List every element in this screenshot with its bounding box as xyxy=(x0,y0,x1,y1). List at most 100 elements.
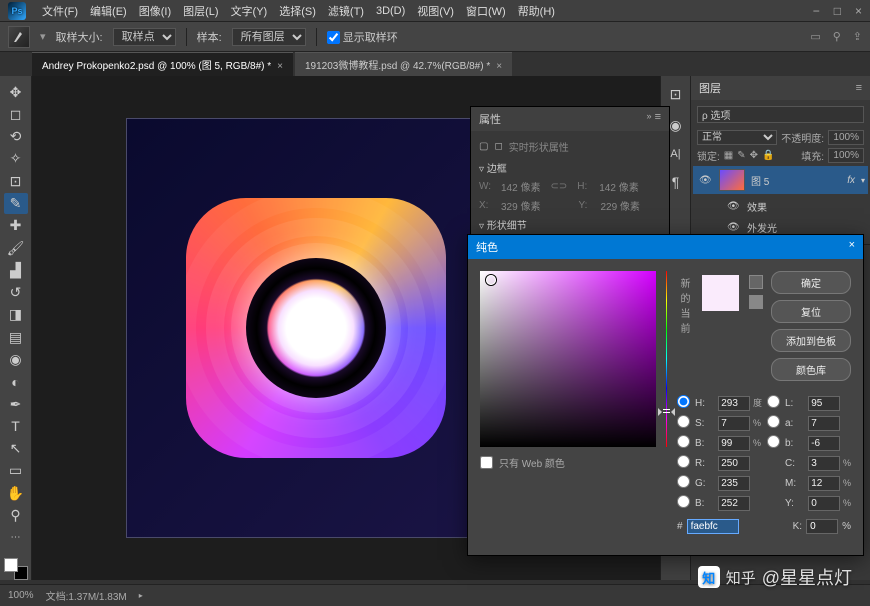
visibility-icon[interactable]: 👁 xyxy=(727,222,741,233)
fx-badge[interactable]: fx xyxy=(847,175,855,186)
detail-section[interactable]: ▿ 形状细节 xyxy=(479,217,661,232)
path-tool[interactable]: ↖ xyxy=(4,439,28,459)
search-icon[interactable]: ⚲ xyxy=(833,30,841,43)
layer-effect[interactable]: 👁效果 xyxy=(697,196,864,217)
l-field[interactable] xyxy=(808,396,840,411)
color-swatches[interactable] xyxy=(4,558,28,580)
a-radio[interactable] xyxy=(767,415,780,428)
zoom-level[interactable]: 100% xyxy=(8,590,34,601)
crop-tool[interactable]: ⊡ xyxy=(4,171,28,191)
gradient-tool[interactable]: ▤ xyxy=(4,327,28,347)
blur-tool[interactable]: ◉ xyxy=(4,349,28,369)
layers-title[interactable]: 图层 xyxy=(699,80,721,96)
share-icon[interactable]: ⇪ xyxy=(853,30,862,43)
edit-toolbar[interactable]: ⋯ xyxy=(4,528,28,548)
document-tab[interactable]: 191203微博教程.psd @ 42.7%(RGB/8#) *× xyxy=(295,52,512,76)
opacity-value[interactable]: 100% xyxy=(828,130,864,145)
lasso-tool[interactable]: ⟲ xyxy=(4,127,28,147)
menu-select[interactable]: 选择(S) xyxy=(273,3,322,19)
collapse-icon[interactable]: » xyxy=(647,111,652,127)
blend-mode-select[interactable]: 正常 xyxy=(697,130,777,145)
foreground-swatch[interactable] xyxy=(4,558,18,572)
show-ring-check[interactable]: 显示取样环 xyxy=(327,29,398,45)
visibility-icon[interactable]: 👁 xyxy=(699,175,713,186)
maximize-icon[interactable]: □ xyxy=(834,4,841,18)
b2-radio[interactable] xyxy=(767,435,780,448)
r-field[interactable] xyxy=(718,456,750,471)
hex-field[interactable] xyxy=(687,519,739,534)
y-field[interactable] xyxy=(808,496,840,511)
menu-help[interactable]: 帮助(H) xyxy=(512,3,561,19)
y-field[interactable]: 229 像素 xyxy=(600,198,639,213)
tool-preset-icon[interactable] xyxy=(8,26,30,48)
close-icon[interactable]: × xyxy=(855,4,862,18)
menu-file[interactable]: 文件(F) xyxy=(36,3,84,19)
character-panel-icon[interactable]: A| xyxy=(670,148,680,160)
dialog-close-icon[interactable]: × xyxy=(849,239,855,255)
c-field[interactable] xyxy=(808,456,840,471)
hue-slider[interactable] xyxy=(666,271,667,447)
lock-icon[interactable]: ✎ xyxy=(737,150,745,161)
gamut-icon[interactable] xyxy=(749,295,763,309)
g-field[interactable] xyxy=(718,476,750,491)
tab-close-icon[interactable]: × xyxy=(277,61,283,72)
eyedropper-tool[interactable]: ✎ xyxy=(4,193,28,213)
color-lib-button[interactable]: 颜色库 xyxy=(771,358,851,381)
workspace-icon[interactable]: ▭ xyxy=(810,30,820,43)
link-icon[interactable]: ⊂⊃ xyxy=(550,181,567,192)
height-field[interactable]: 142 像素 xyxy=(599,179,638,194)
properties-title[interactable]: 属性 xyxy=(479,111,501,127)
wand-tool[interactable]: ✧ xyxy=(4,149,28,169)
lock-icon[interactable]: 🔒 xyxy=(762,150,774,161)
canvas[interactable] xyxy=(126,118,506,538)
x-field[interactable]: 329 像素 xyxy=(501,198,540,213)
width-field[interactable]: 142 像素 xyxy=(501,179,540,194)
layer-name[interactable]: 图 5 xyxy=(751,173,769,188)
eraser-tool[interactable]: ◨ xyxy=(4,305,28,325)
s-radio[interactable] xyxy=(677,415,690,428)
dodge-tool[interactable]: ◐ xyxy=(4,372,28,392)
stamp-tool[interactable]: ▟ xyxy=(4,260,28,280)
history-brush-tool[interactable]: ↺ xyxy=(4,283,28,303)
h-field[interactable] xyxy=(718,396,750,411)
h-radio[interactable] xyxy=(677,395,690,408)
menu-3d[interactable]: 3D(D) xyxy=(370,5,411,17)
web-safe-icon[interactable] xyxy=(749,275,763,289)
m-field[interactable] xyxy=(808,476,840,491)
sv-picker[interactable] xyxy=(480,271,656,447)
paragraph-panel-icon[interactable]: ¶ xyxy=(672,174,680,190)
r-radio[interactable] xyxy=(677,455,690,468)
visibility-icon[interactable]: 👁 xyxy=(727,201,741,212)
layer-row[interactable]: 👁 图 5 fx▾ xyxy=(693,166,868,194)
s-field[interactable] xyxy=(718,416,750,431)
move-tool[interactable]: ✥ xyxy=(4,82,28,102)
g-radio[interactable] xyxy=(677,475,690,488)
blue-field[interactable] xyxy=(718,496,750,511)
lock-icon[interactable]: ▦ xyxy=(724,150,733,161)
b-field[interactable] xyxy=(718,436,750,451)
lock-icon[interactable]: ✥ xyxy=(750,150,758,161)
menu-edit[interactable]: 编辑(E) xyxy=(84,3,133,19)
b-radio[interactable] xyxy=(677,435,690,448)
ok-button[interactable]: 确定 xyxy=(771,271,851,294)
dialog-titlebar[interactable]: 纯色× xyxy=(468,235,863,259)
zoom-tool[interactable]: ⚲ xyxy=(4,505,28,525)
document-tab[interactable]: Andrey Prokopenko2.psd @ 100% (图 5, RGB/… xyxy=(32,52,293,76)
sample-select[interactable]: 所有图层 xyxy=(232,28,306,46)
menu-layer[interactable]: 图层(L) xyxy=(177,3,224,19)
l-radio[interactable] xyxy=(767,395,780,408)
shape-tool[interactable]: ▭ xyxy=(4,461,28,481)
panel-menu-icon[interactable]: ≡ xyxy=(655,111,661,127)
marquee-tool[interactable]: ◻ xyxy=(4,104,28,124)
fill-value[interactable]: 100% xyxy=(828,148,864,163)
bbox-section[interactable]: ▿ 边框 xyxy=(479,160,661,175)
reset-button[interactable]: 复位 xyxy=(771,300,851,323)
tab-close-icon[interactable]: × xyxy=(496,61,502,72)
menu-image[interactable]: 图像(I) xyxy=(133,3,177,19)
panel-menu-icon[interactable]: ≡ xyxy=(856,82,862,94)
menu-view[interactable]: 视图(V) xyxy=(411,3,460,19)
layer-search[interactable] xyxy=(697,106,864,123)
pen-tool[interactable]: ✒ xyxy=(4,394,28,414)
bl-radio[interactable] xyxy=(677,495,690,508)
layer-thumbnail[interactable] xyxy=(719,169,745,191)
